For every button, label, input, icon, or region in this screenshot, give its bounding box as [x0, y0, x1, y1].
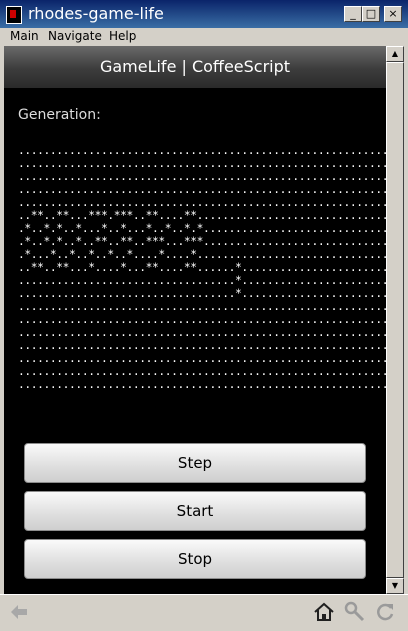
grid-row: ........................................…: [18, 313, 386, 326]
wrench-icon[interactable]: [344, 601, 366, 623]
grid-row: .*...*..*..*..*..*....*....*............…: [18, 248, 386, 261]
app-icon: [6, 6, 22, 24]
grid-row: ........................................…: [18, 378, 386, 391]
grid-row: ..................................*.....…: [18, 287, 386, 300]
grid-row: .*..*.*..*...*..*...*..*..*.*...........…: [18, 222, 386, 235]
stop-button[interactable]: Stop: [24, 539, 366, 579]
grid-row: ........................................…: [18, 170, 386, 183]
grid-row: .*..*.*..*..**..**..***...***...........…: [18, 235, 386, 248]
maximize-button[interactable]: □: [362, 6, 380, 22]
grid-row: ........................................…: [18, 183, 386, 196]
window-title: rhodes-game-life: [28, 4, 164, 23]
minimize-button[interactable]: _: [344, 6, 362, 22]
grid-row: ........................................…: [18, 157, 386, 170]
menu-bar: Main Navigate Help: [0, 28, 408, 46]
app-viewport: GameLife | CoffeeScript Generation: ....…: [4, 46, 386, 594]
home-icon[interactable]: [313, 601, 335, 623]
grid-row: ........................................…: [18, 144, 386, 157]
grid-row: ........................................…: [18, 365, 386, 378]
grid-row: ........................................…: [18, 300, 386, 313]
menu-help[interactable]: Help: [109, 29, 136, 43]
page-title: GameLife | CoffeeScript: [99, 57, 291, 76]
menu-navigate[interactable]: Navigate: [48, 29, 102, 43]
close-button[interactable]: ×: [384, 6, 402, 22]
grid-row: ........................................…: [18, 326, 386, 339]
app-header: GameLife | CoffeeScript: [4, 46, 386, 88]
frame-right-edge: [404, 46, 408, 594]
menu-main[interactable]: Main: [10, 29, 39, 43]
window-titlebar: rhodes-game-life _ □ ×: [0, 0, 408, 28]
back-arrow-icon[interactable]: [8, 601, 30, 623]
grid-row: ........................................…: [18, 352, 386, 365]
grid-row: ........................................…: [18, 196, 386, 209]
step-button[interactable]: Step: [24, 443, 366, 483]
refresh-icon[interactable]: [374, 601, 396, 623]
vertical-scrollbar[interactable]: ▲ ▼: [386, 46, 404, 594]
grid-row: ........................................…: [18, 339, 386, 352]
life-grid: ........................................…: [18, 144, 386, 391]
bottom-toolbar: [0, 594, 408, 631]
grid-row: ..................................*.....…: [18, 274, 386, 287]
scroll-down-arrow-icon[interactable]: ▼: [386, 578, 404, 594]
grid-row: ..**..**...*....*...**....**......*.....…: [18, 261, 386, 274]
grid-row: ..**..**...***.***..**....**............…: [18, 209, 386, 222]
scroll-up-arrow-icon[interactable]: ▲: [386, 46, 404, 62]
scroll-thumb[interactable]: [386, 62, 404, 578]
generation-label: Generation:: [18, 107, 101, 123]
start-button[interactable]: Start: [24, 491, 366, 531]
